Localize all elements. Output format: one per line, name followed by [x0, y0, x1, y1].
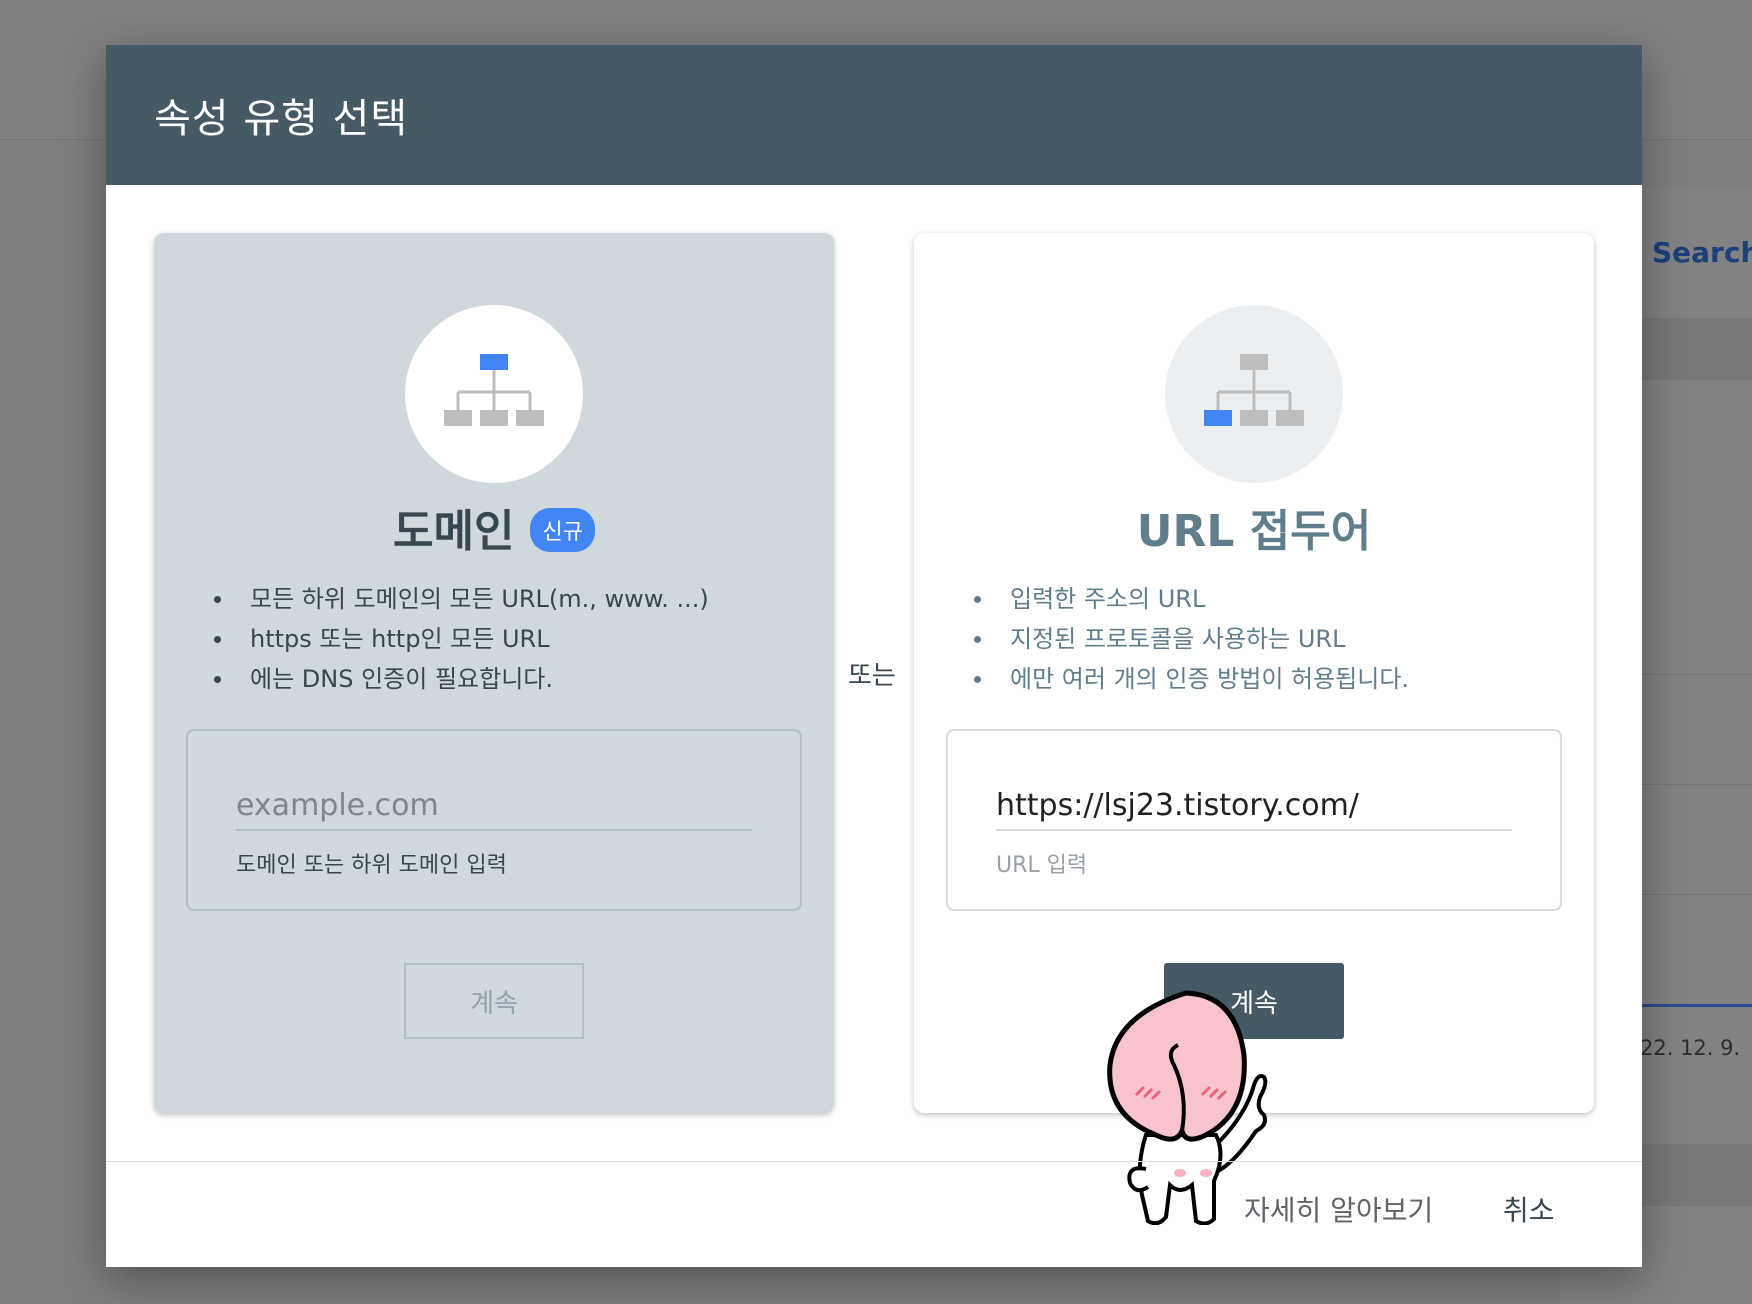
url-bullet-list: 입력한 주소의 URL 지정된 프로토콜을 사용하는 URL 에만 여러 개의 …	[974, 579, 1409, 699]
dialog-footer-divider	[106, 1161, 1642, 1162]
learn-more-button[interactable]: 자세히 알아보기	[1244, 1189, 1433, 1229]
list-item: 모든 하위 도메인의 모든 URL(m., www. ...)	[214, 579, 709, 619]
url-prefix-card-title: URL 접두어	[1136, 506, 1372, 557]
list-item: 입력한 주소의 URL	[974, 579, 1409, 619]
domain-continue-button[interactable]: 계속	[404, 963, 584, 1039]
list-item: 에만 여러 개의 인증 방법이 허용됩니다.	[974, 659, 1409, 699]
domain-card-title: 도메인 신규	[154, 495, 834, 559]
sitemap-icon	[1165, 305, 1343, 483]
domain-input[interactable]	[236, 781, 752, 831]
domain-card[interactable]: 도메인 신규 모든 하위 도메인의 모든 URL(m., www. ...) ht…	[154, 233, 834, 1113]
domain-title-text: 도메인	[393, 506, 515, 557]
sitemap-icon	[405, 305, 583, 483]
domain-bullet-list: 모든 하위 도메인의 모든 URL(m., www. ...) https 또는…	[214, 579, 709, 699]
list-item: https 또는 http인 모든 URL	[214, 619, 709, 659]
dialog-header: 속성 유형 선택	[106, 45, 1642, 185]
or-separator: 또는	[848, 661, 896, 691]
list-item: 지정된 프로토콜을 사용하는 URL	[974, 619, 1409, 659]
new-badge: 신규	[530, 508, 595, 552]
background-blue-line	[1640, 1004, 1752, 1007]
background-search-label: Search	[1652, 236, 1752, 269]
url-prefix-card[interactable]: URL 접두어 입력한 주소의 URL 지정된 프로토콜을 사용하는 URL 에…	[914, 233, 1594, 1113]
domain-input-box: 도메인 또는 하위 도메인 입력	[186, 729, 802, 911]
dialog-title: 속성 유형 선택	[154, 96, 409, 142]
url-input-box: URL 입력	[946, 729, 1562, 911]
list-item: 에는 DNS 인증이 필요합니다.	[214, 659, 709, 699]
url-input[interactable]	[996, 781, 1512, 831]
url-input-hint: URL 입력	[996, 853, 1088, 878]
background-date: 22. 12. 9.	[1640, 1036, 1741, 1060]
cancel-button[interactable]: 취소	[1503, 1189, 1555, 1229]
select-property-type-dialog: 속성 유형 선택 도메인 신규 모든 하위 도메인의 모든 URL(m., www…	[106, 45, 1642, 1267]
domain-input-hint: 도메인 또는 하위 도메인 입력	[236, 853, 507, 878]
